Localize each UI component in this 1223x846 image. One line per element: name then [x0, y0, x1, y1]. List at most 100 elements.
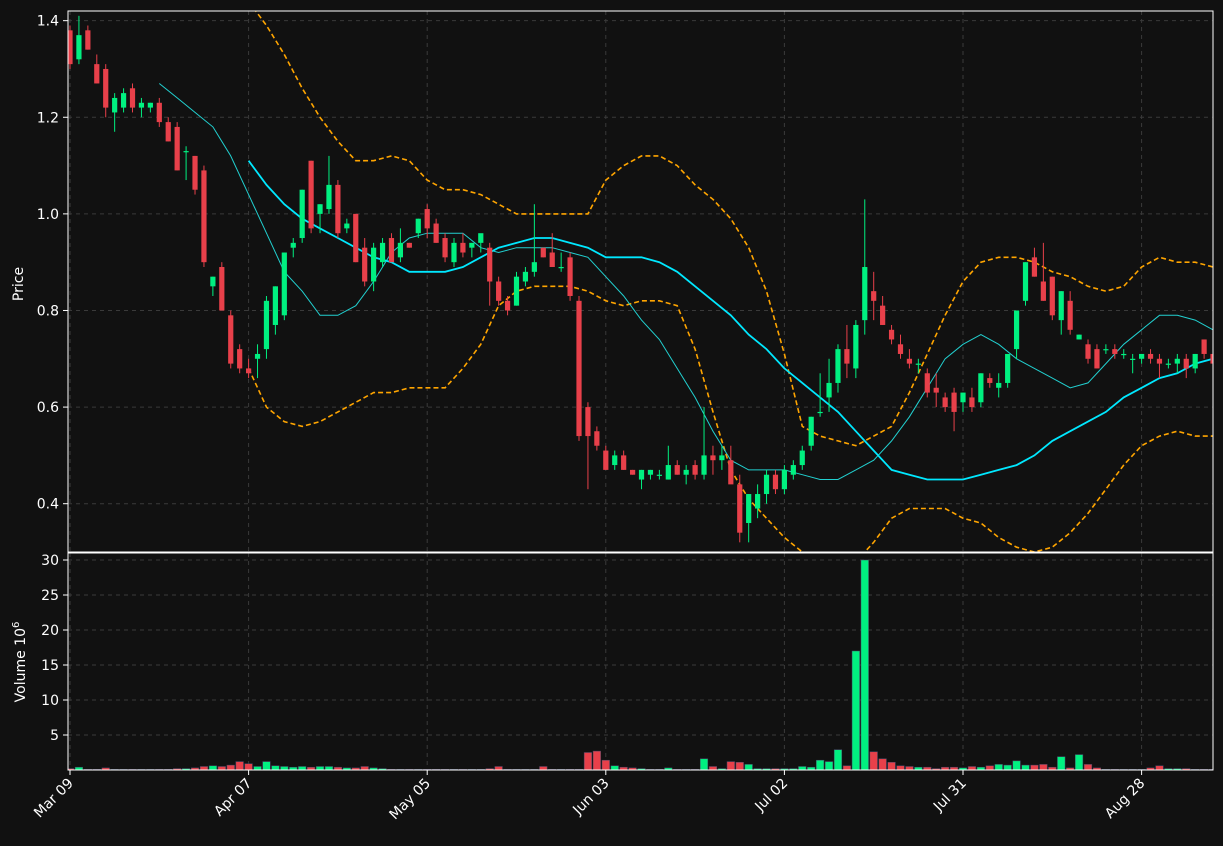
candle-body-down: [540, 247, 546, 258]
volume-bar: [896, 765, 905, 770]
price-y-tick-label: 0.4: [37, 497, 59, 513]
volume-bar: [699, 758, 709, 770]
candle-body-down: [942, 397, 948, 408]
candle-body-up: [790, 465, 796, 475]
volume-bar: [869, 751, 878, 770]
candle-body-up: [120, 93, 127, 108]
volume-bar: [262, 761, 271, 770]
volume-bar: [199, 766, 208, 770]
candle-body-up: [513, 276, 520, 306]
candle-body-up: [808, 416, 814, 446]
candle-body-down: [94, 64, 100, 84]
volume-bar: [860, 559, 869, 770]
candle-body-up: [281, 252, 287, 316]
candle-body-down: [424, 209, 430, 229]
candle-body-up: [531, 262, 537, 272]
volume-bar: [905, 766, 914, 770]
candle-body-down: [888, 329, 895, 340]
volume-bar: [816, 759, 825, 770]
volume-bar: [324, 766, 334, 770]
volume-y-tick-label: 5: [50, 728, 59, 744]
price-y-tick-label: 0.6: [37, 400, 59, 416]
candle-body-down: [772, 474, 779, 490]
candle-body-up: [290, 242, 296, 248]
candle-body-up: [317, 204, 323, 214]
volume-axis-label: Volume 106: [11, 622, 29, 703]
volume-bar: [967, 766, 976, 770]
candle-body-down: [1094, 349, 1100, 369]
volume-axis-label-base: Volume 10: [13, 628, 29, 702]
volume-bar: [833, 749, 843, 770]
candle-body-down: [1156, 358, 1163, 364]
candle-body-up: [1058, 291, 1064, 321]
candle-body-up: [763, 474, 770, 495]
candle-body-up: [719, 455, 725, 461]
candle-body-up: [344, 223, 350, 229]
candle-body-up: [612, 455, 618, 466]
candle-body-down: [362, 247, 368, 282]
volume-bar: [798, 766, 807, 770]
volume-bar: [1030, 764, 1039, 770]
volume-bar: [1057, 756, 1066, 770]
candle-body-down: [585, 407, 591, 437]
volume-bar: [494, 766, 503, 770]
candle-body-up: [978, 373, 984, 403]
candle-body-up: [1022, 262, 1029, 301]
candle-body-down: [85, 30, 91, 50]
volume-y-tick-label: 15: [41, 658, 59, 674]
candle-body-up: [138, 102, 145, 108]
candle-body-down: [388, 238, 395, 263]
candle-body-down: [1085, 344, 1091, 359]
candle-body-down: [174, 126, 180, 171]
candle-body-down: [603, 450, 609, 470]
candle-body-down: [728, 460, 734, 485]
candle-body-up: [326, 184, 332, 210]
volume-bar: [994, 764, 1003, 770]
volume-bar: [1083, 764, 1093, 770]
candle-body-down: [1067, 300, 1073, 330]
volume-bar: [887, 762, 896, 770]
candle-body-up: [960, 392, 966, 403]
candle-body-down: [576, 300, 582, 437]
volume-axis-label-exponent: 6: [11, 622, 22, 628]
candle-body-down: [460, 242, 466, 253]
candle-body-down: [192, 155, 198, 190]
candle-body-down: [442, 238, 448, 258]
candle-body-down: [228, 315, 234, 364]
volume-bar: [726, 761, 735, 770]
chart-svg: Mar 09 Apr 07 May 05 Jun 03 Jul 02 Jul 31 Aug …: [0, 0, 1223, 842]
candle-body-down: [103, 68, 109, 108]
volume-y-tick-label: 20: [41, 623, 59, 639]
candle-body-down: [237, 349, 243, 369]
volume-bar: [360, 766, 369, 770]
volume-bar: [1012, 760, 1021, 770]
candle-body-down: [906, 358, 913, 364]
volume-bar: [610, 765, 619, 770]
candle-body-down: [567, 257, 573, 296]
volume-bar: [744, 764, 753, 770]
candle-body-down: [335, 184, 341, 234]
volume-bar: [825, 761, 834, 770]
volume-bar: [280, 766, 289, 770]
volume-bar: [253, 766, 262, 770]
candle-body-up: [299, 189, 305, 239]
candle-body-up: [451, 242, 457, 263]
candle-body-up: [558, 267, 564, 269]
candle-body-up: [254, 353, 261, 359]
volume-y-tick-label: 25: [41, 588, 59, 604]
candle-body-down: [969, 397, 975, 408]
volume-bar: [1155, 765, 1164, 770]
candle-body-down: [156, 102, 162, 123]
candle-body-down: [594, 431, 600, 446]
volume-bar: [851, 650, 860, 770]
volume-bar: [217, 766, 226, 770]
candle-body-up: [379, 242, 386, 263]
candle-body-down: [844, 349, 850, 364]
candle-body-up: [522, 271, 529, 282]
volume-bar: [271, 765, 280, 770]
candle-body-up: [76, 35, 82, 60]
volume-bar: [226, 764, 235, 770]
price-y-tick-label: 1.4: [37, 14, 59, 30]
candle-body-down: [201, 170, 207, 263]
candle-body-down: [1201, 339, 1207, 354]
